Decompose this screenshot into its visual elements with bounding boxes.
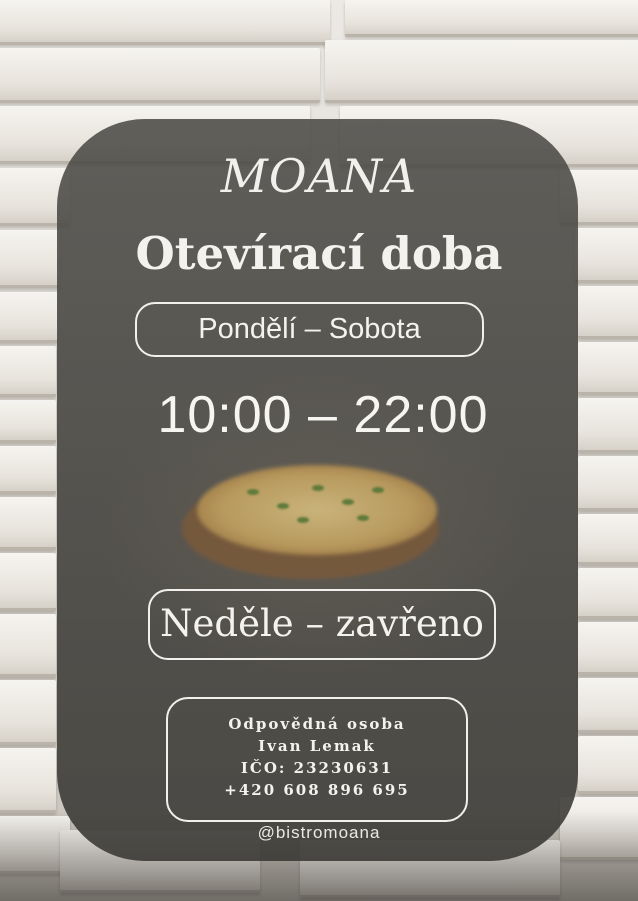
pizza-box bbox=[0, 446, 56, 494]
pizza-box bbox=[0, 748, 56, 813]
pizza-box bbox=[578, 568, 638, 619]
pizza-box bbox=[0, 292, 58, 343]
pizza-herb bbox=[247, 489, 259, 495]
page-title: Otevírací doba bbox=[135, 227, 503, 280]
pizza-herb bbox=[342, 499, 354, 505]
pizza-herb bbox=[277, 503, 289, 509]
pizza-image bbox=[197, 465, 437, 555]
contact-box: Odpovědná osoba Ivan Lemak IČO: 23230631… bbox=[166, 697, 468, 822]
pizza-box bbox=[0, 680, 56, 745]
pizza-box bbox=[0, 497, 56, 550]
weekday-hours: 10:00 – 22:00 bbox=[157, 386, 489, 444]
pizza-herb bbox=[372, 487, 384, 493]
pizza-box bbox=[578, 514, 638, 565]
brand-logo: MOANA bbox=[220, 149, 418, 203]
pizza-herb bbox=[297, 517, 309, 523]
contact-role: Odpovědná osoba bbox=[228, 715, 406, 733]
social-handle: @bistromoana bbox=[257, 823, 381, 842]
pizza-box bbox=[578, 622, 638, 675]
pizza-box bbox=[325, 40, 638, 103]
contact-phone: +420 608 896 695 bbox=[224, 781, 410, 799]
contact-company-id: IČO: 23230631 bbox=[240, 759, 394, 777]
pizza-box bbox=[578, 678, 638, 733]
pizza-box bbox=[578, 736, 638, 794]
contact-name: Ivan Lemak bbox=[258, 737, 376, 755]
pizza-box bbox=[345, 0, 638, 37]
pizza-herb bbox=[357, 515, 369, 521]
pizza-herb bbox=[312, 485, 324, 491]
sunday-closed-label: Neděle – zavřeno bbox=[148, 589, 496, 660]
pizza-box bbox=[0, 0, 330, 45]
pizza-box bbox=[578, 286, 638, 339]
pizza-box bbox=[0, 614, 56, 677]
weekdays-label: Pondělí – Sobota bbox=[135, 302, 484, 357]
pizza-box bbox=[0, 48, 320, 103]
pizza-box bbox=[0, 553, 56, 611]
pizza-box bbox=[578, 456, 638, 511]
